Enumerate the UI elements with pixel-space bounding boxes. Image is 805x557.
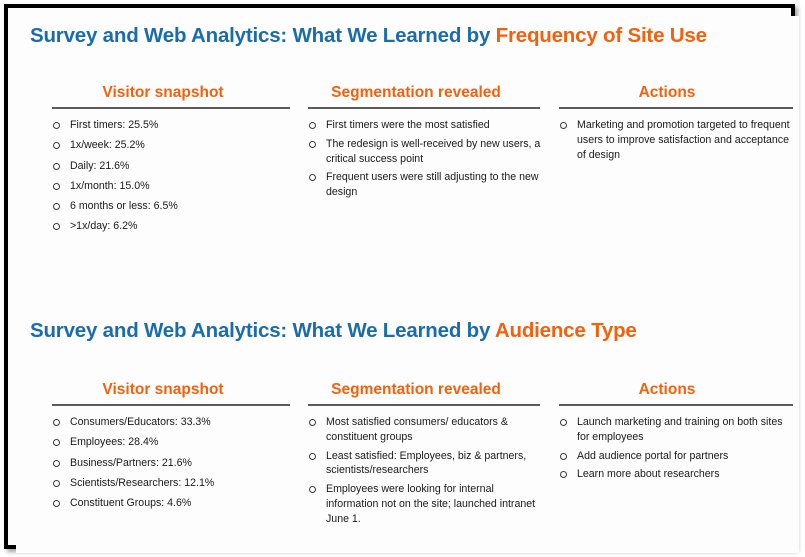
list-item: 1x/week: 25.2%: [34, 138, 292, 153]
list-item: First timers were the most satisfied: [290, 118, 542, 133]
open-circle-bullet-icon: [53, 459, 60, 467]
section-1-column-visitor-snapshot: Visitor snapshot First timers: 25.5% 1x/…: [34, 84, 292, 240]
list-item-text: Constituent Groups: 4.6%: [70, 497, 192, 510]
list-item: Add audience portal for partners: [541, 449, 793, 464]
bullet-list: Launch marketing and training on both si…: [541, 406, 793, 482]
list-item: Frequent users were still adjusting to t…: [290, 170, 542, 200]
list-item: First timers: 25.5%: [34, 118, 292, 133]
list-item: Most satisfied consumers/ educators & co…: [290, 415, 542, 445]
list-item-text: Consumers/Educators: 33.3%: [70, 416, 211, 428]
open-circle-bullet-icon: [53, 122, 60, 129]
list-item-text: First timers were the most satisfied: [326, 119, 490, 131]
list-item-text: Add audience portal for partners: [577, 449, 729, 462]
list-item: Learn more about researchers: [541, 467, 793, 482]
section-2-column-visitor-snapshot: Visitor snapshot Consumers/Educators: 33…: [34, 381, 292, 516]
open-circle-bullet-icon: [560, 122, 567, 129]
section-1-column-segmentation-revealed: Segmentation revealed First timers were …: [290, 84, 542, 204]
list-item: Least satisfied: Employees, biz & partne…: [290, 449, 542, 479]
section-2-column-actions: Actions Launch marketing and training on…: [541, 381, 793, 486]
section-2-title: Survey and Web Analytics: What We Learne…: [30, 319, 637, 343]
list-item: Marketing and promotion targeted to freq…: [541, 118, 793, 162]
list-item-text: Scientists/Researchers: 12.1%: [70, 476, 215, 489]
column-heading: Actions: [638, 84, 696, 101]
list-item-text: Employees: 28.4%: [70, 436, 159, 449]
column-heading: Visitor snapshot: [102, 381, 224, 398]
section-1-title-prefix: Survey and Web Analytics: What We Learne…: [30, 24, 496, 47]
open-circle-bullet-icon: [53, 142, 60, 150]
open-circle-bullet-icon: [560, 419, 567, 426]
list-item: Launch marketing and training on both si…: [541, 415, 793, 445]
list-item: Employees were looking for internal info…: [290, 482, 542, 526]
list-item: 1x/month: 15.0%: [34, 179, 292, 194]
open-circle-bullet-icon: [560, 452, 567, 460]
list-item-text: 1x/month: 15.0%: [70, 179, 150, 192]
open-circle-bullet-icon: [309, 122, 316, 129]
list-item-text: Frequent users were still adjusting to t…: [326, 171, 539, 199]
open-circle-bullet-icon: [309, 486, 316, 494]
bullet-list: Marketing and promotion targeted to freq…: [541, 109, 793, 162]
open-circle-bullet-icon: [309, 140, 316, 148]
list-item: Constituent Groups: 4.6%: [34, 496, 292, 511]
open-circle-bullet-icon: [309, 419, 316, 426]
section-1-title-highlight: Frequency of Site Use: [495, 24, 707, 47]
section-2-column-segmentation-revealed: Segmentation revealed Most satisfied con…: [290, 381, 542, 531]
list-item: Business/Partners: 21.6%: [34, 456, 292, 471]
column-heading: Visitor snapshot: [102, 84, 224, 101]
list-item-text: Launch marketing and training on both si…: [577, 416, 783, 443]
list-item-text: Least satisfied: Employees, biz & partne…: [326, 449, 527, 477]
open-circle-bullet-icon: [309, 452, 316, 460]
list-item-text: Learn more about researchers: [577, 468, 720, 481]
open-circle-bullet-icon: [53, 182, 60, 190]
section-2-title-highlight: Audience Type: [494, 319, 637, 342]
list-item: Employees: 28.4%: [34, 435, 292, 450]
list-item-text: Business/Partners: 21.6%: [70, 456, 192, 469]
bullet-list: Most satisfied consumers/ educators & co…: [290, 406, 542, 527]
open-circle-bullet-icon: [53, 419, 60, 426]
open-circle-bullet-icon: [53, 223, 60, 231]
open-circle-bullet-icon: [53, 162, 60, 170]
open-circle-bullet-icon: [560, 471, 567, 479]
column-heading: Actions: [638, 381, 696, 398]
open-circle-bullet-icon: [53, 479, 60, 487]
list-item-text: Marketing and promotion targeted to freq…: [577, 119, 790, 161]
open-circle-bullet-icon: [53, 500, 60, 508]
section-1-title: Survey and Web Analytics: What We Learne…: [30, 24, 707, 48]
list-item-text: 1x/week: 25.2%: [70, 139, 145, 152]
column-heading: Segmentation revealed: [331, 381, 501, 398]
open-circle-bullet-icon: [53, 439, 60, 447]
column-heading: Segmentation revealed: [331, 84, 501, 101]
list-item: 6 months or less: 6.5%: [34, 199, 292, 214]
open-circle-bullet-icon: [53, 203, 60, 211]
slide-frame: Survey and Web Analytics: What We Learne…: [0, 0, 805, 557]
bullet-list: First timers: 25.5% 1x/week: 25.2% Daily…: [34, 109, 292, 234]
list-item: Scientists/Researchers: 12.1%: [34, 476, 292, 491]
list-item-text: Employees were looking for internal info…: [326, 483, 536, 525]
list-item-text: >1x/day: 6.2%: [70, 220, 138, 233]
list-item-text: 6 months or less: 6.5%: [70, 200, 178, 213]
bullet-list: First timers were the most satisfied The…: [290, 109, 542, 200]
list-item: The redesign is well-received by new use…: [290, 137, 542, 167]
list-item: >1x/day: 6.2%: [34, 219, 292, 234]
section-1-column-actions: Actions Marketing and promotion targeted…: [541, 84, 793, 166]
list-item-text: Most satisfied consumers/ educators & co…: [326, 416, 508, 443]
list-item-text: First timers: 25.5%: [70, 119, 159, 131]
list-item: Daily: 21.6%: [34, 159, 292, 174]
bullet-list: Consumers/Educators: 33.3% Employees: 28…: [34, 406, 292, 511]
list-item: Consumers/Educators: 33.3%: [34, 415, 292, 430]
slide-border: Survey and Web Analytics: What We Learne…: [4, 4, 799, 553]
open-circle-bullet-icon: [309, 174, 316, 182]
list-item-text: Daily: 21.6%: [70, 159, 130, 172]
section-2-title-prefix: Survey and Web Analytics: What We Learne…: [30, 319, 495, 342]
list-item-text: The redesign is well-received by new use…: [326, 137, 541, 165]
slide-content: Survey and Web Analytics: What We Learne…: [16, 16, 799, 553]
